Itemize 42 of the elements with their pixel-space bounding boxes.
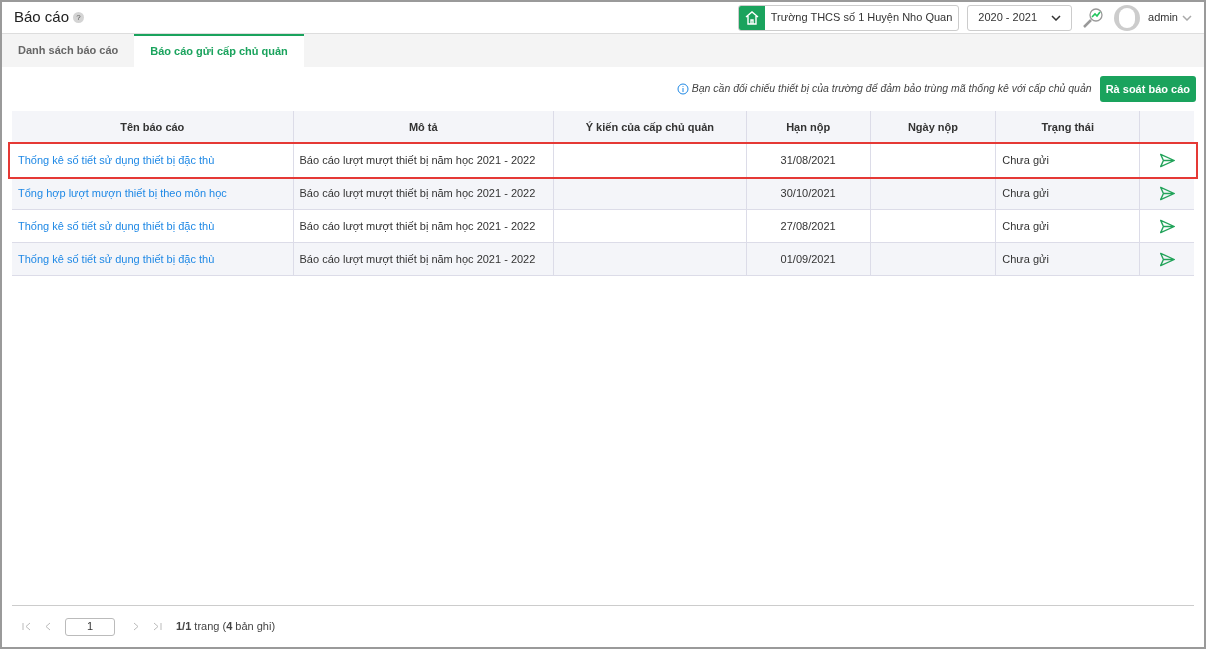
table-row[interactable]: Tổng hợp lượt mượn thiết bị theo môn học Báo cáo lượt mượt thiết bị năm học 2021 - 2022 30/10/2021 Chưa gửi bbox=[12, 177, 1194, 210]
year-select[interactable]: 2020 - 2021 bbox=[967, 4, 1073, 31]
page-input[interactable]: 1 bbox=[65, 617, 115, 636]
page-summary: 1/1 trang (4 bản ghi) bbox=[176, 619, 276, 635]
page-title: Báo cáo bbox=[14, 7, 70, 28]
table-cell-text: Chưa gửi bbox=[1002, 185, 1049, 201]
next-page-icon[interactable] bbox=[133, 622, 139, 631]
report-link[interactable]: Tổng hợp lượt mượn thiết bị theo môn học bbox=[18, 184, 227, 202]
user-name[interactable]: admin bbox=[1148, 9, 1178, 26]
last-page-icon[interactable] bbox=[153, 622, 162, 631]
table-row[interactable]: Thống kê số tiết sử dụng thiết bị đặc thù Báo cáo lượt mượt thiết bị năm học 2021 - 2022 27/08/2021 Chưa gửi bbox=[12, 210, 1194, 243]
magnifier-chart-icon[interactable] bbox=[1082, 6, 1105, 29]
report-link[interactable]: Thống kê số tiết sử dụng thiết bị đặc thù bbox=[18, 217, 215, 235]
previous-page-icon[interactable] bbox=[45, 622, 51, 631]
table-cell-text: 31/08/2021 bbox=[780, 153, 836, 169]
help-icon[interactable]: ? bbox=[73, 12, 85, 23]
first-page-icon[interactable] bbox=[22, 622, 31, 631]
school-selector[interactable]: Trường THCS số 1 Huyện Nho Quan bbox=[737, 4, 960, 31]
send-icon[interactable] bbox=[1158, 218, 1176, 234]
tab[interactable]: Danh sách báo cáo bbox=[2, 34, 135, 67]
table-cell-text: Chưa gửi bbox=[1002, 251, 1049, 267]
avatar-icon[interactable] bbox=[1114, 4, 1141, 31]
table-row[interactable]: Thống kê số tiết sử dụng thiết bị đặc thù Báo cáo lượt mượt thiết bị năm học 2021 - 2022 01/09/2021 Chưa gửi bbox=[12, 243, 1194, 276]
report-link[interactable]: Thống kê số tiết sử dụng thiết bị đặc thù bbox=[18, 152, 215, 169]
table-cell-text: Chưa gửi bbox=[1002, 153, 1049, 169]
table-cell-text: Báo cáo lượt mượt thiết bị năm học 2021 - 2022 bbox=[299, 153, 536, 169]
send-icon[interactable] bbox=[1158, 153, 1176, 168]
table-cell-text: Chưa gửi bbox=[1002, 218, 1049, 234]
info-icon bbox=[676, 83, 689, 95]
table-cell-text: Báo cáo lượt mượt thiết bị năm học 2021 - 2022 bbox=[299, 251, 536, 267]
table-cell-text: 01/09/2021 bbox=[780, 251, 836, 267]
home-icon bbox=[743, 9, 760, 26]
table-cell-text: Báo cáo lượt mượt thiết bị năm học 2021 - 2022 bbox=[299, 185, 536, 201]
report-link[interactable]: Thống kê số tiết sử dụng thiết bị đặc thù bbox=[18, 250, 215, 268]
table-cell-text: Báo cáo lượt mượt thiết bị năm học 2021 - 2022 bbox=[299, 218, 536, 234]
send-icon[interactable] bbox=[1158, 251, 1176, 267]
table-cell-text: 27/08/2021 bbox=[780, 218, 836, 234]
send-icon[interactable] bbox=[1158, 185, 1176, 201]
notice-text: Bạn cần đối chiếu thiết bị của trường để đảm bảo trùng mã thống kê với cấp chủ quản bbox=[691, 81, 1092, 97]
table-cell-text: 30/10/2021 bbox=[780, 185, 836, 201]
chevron-down-icon bbox=[1182, 14, 1192, 21]
chevron-down-icon bbox=[1051, 14, 1062, 21]
